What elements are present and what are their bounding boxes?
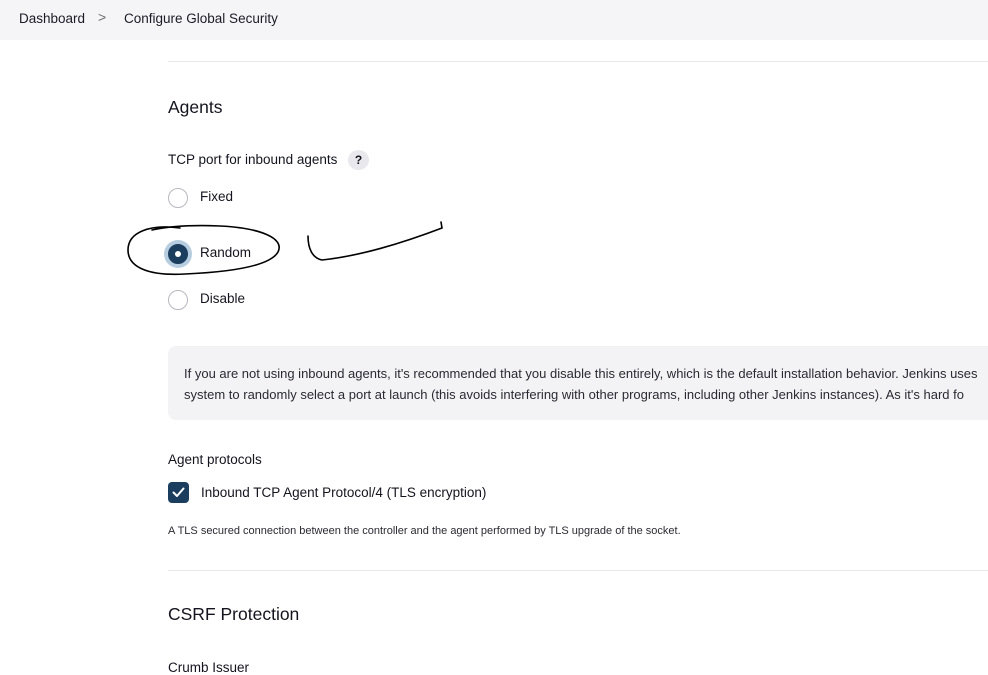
agent-protocols-label: Agent protocols — [168, 452, 262, 467]
section-divider — [168, 61, 988, 62]
crumb-issuer-label: Crumb Issuer — [168, 660, 250, 675]
protocol-description: A TLS secured connection between the con… — [168, 525, 681, 537]
protocol-checkbox-label[interactable]: Inbound TCP Agent Protocol/4 (TLS encryp… — [201, 485, 486, 500]
help-text-line: If you are not using inbound agents, it'… — [184, 366, 978, 381]
chevron-right-icon: > — [98, 9, 107, 25]
radio-random[interactable] — [168, 244, 188, 264]
breadcrumb: Dashboard > Configure Global Security — [0, 0, 988, 40]
agents-section-title: Agents — [168, 97, 223, 117]
hand-drawn-annotation — [127, 221, 443, 276]
protocol-checkbox[interactable] — [168, 482, 189, 503]
checkmark-icon — [172, 487, 185, 497]
section-divider — [168, 570, 988, 571]
radio-random-label[interactable]: Random — [200, 245, 251, 260]
radio-fixed-label[interactable]: Fixed — [200, 189, 233, 204]
breadcrumb-dashboard-link[interactable]: Dashboard — [19, 11, 85, 26]
radio-disable[interactable] — [168, 290, 188, 310]
csrf-section-title: CSRF Protection — [168, 604, 300, 624]
help-icon[interactable]: ? — [348, 150, 369, 170]
radio-fixed[interactable] — [168, 188, 188, 208]
help-text-line: system to randomly select a port at laun… — [184, 387, 964, 402]
breadcrumb-configure-global-security[interactable]: Configure Global Security — [124, 11, 278, 26]
agents-help-text: If you are not using inbound agents, it'… — [168, 346, 988, 420]
tcp-port-label: TCP port for inbound agents — [168, 152, 338, 167]
radio-disable-label[interactable]: Disable — [200, 291, 245, 306]
